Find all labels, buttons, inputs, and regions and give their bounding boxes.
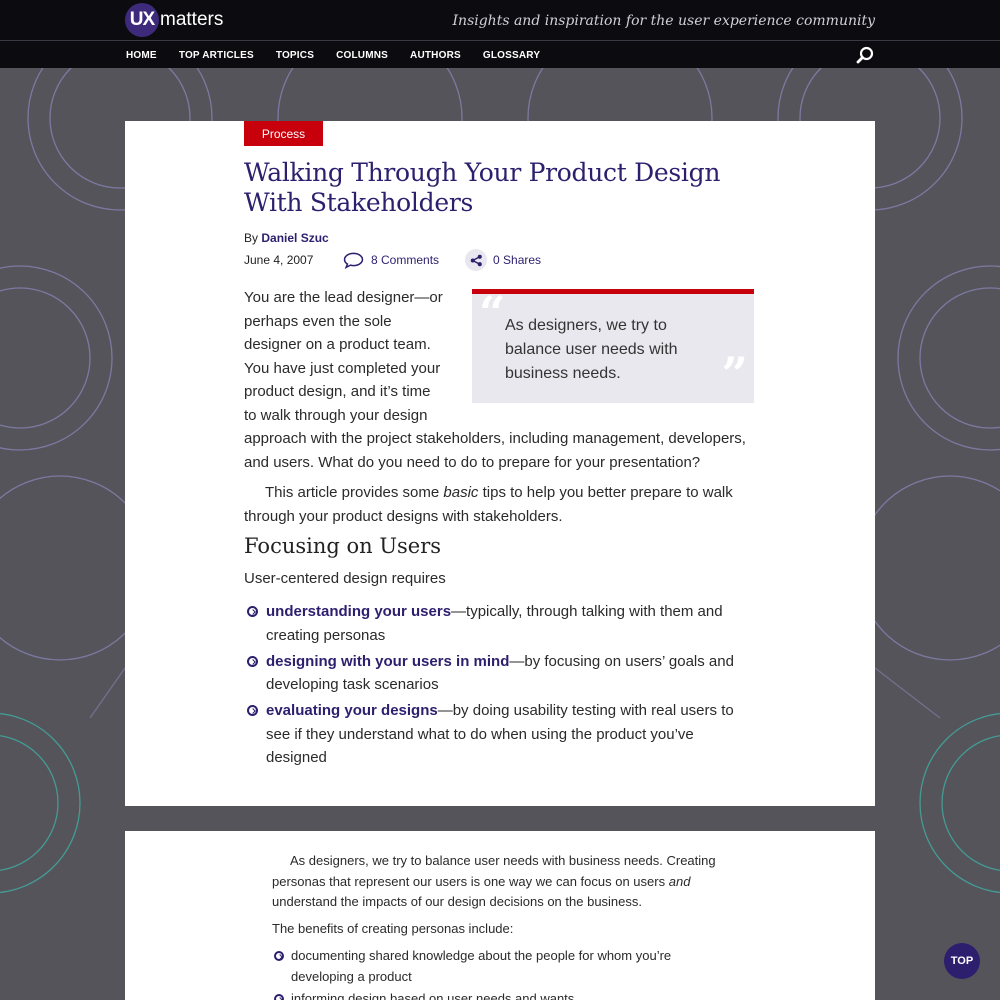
comments-count: 8 Comments: [371, 253, 440, 267]
shares-link[interactable]: 0 Shares: [465, 249, 541, 271]
list-item-link[interactable]: understanding your users: [266, 603, 451, 620]
comments-link[interactable]: 8 Comments: [343, 252, 439, 269]
list-item: informing design based on user needs and…: [272, 989, 732, 1000]
benefits-list: documenting shared knowledge about the p…: [272, 946, 732, 1000]
nav-item-home[interactable]: HOME: [126, 50, 157, 61]
shares-count: 0 Shares: [493, 253, 542, 267]
logo-badge: UX: [125, 3, 159, 37]
publish-date: June 4, 2007: [244, 253, 314, 267]
site-tagline: Insights and inspiration for the user ex…: [452, 13, 875, 29]
list-item-link[interactable]: evaluating your designs: [266, 702, 438, 719]
byline: By Daniel Szuc: [244, 231, 329, 245]
section-heading: Focusing on Users: [244, 534, 442, 558]
nav-item-top-articles[interactable]: TOP ARTICLES: [179, 50, 254, 61]
chevron-circle-icon: [247, 606, 258, 617]
pull-quote: “ As designers, we try to balance user n…: [472, 289, 754, 403]
chevron-circle-icon: [247, 655, 258, 667]
personas-after: understand the impacts of our design dec…: [272, 894, 643, 909]
continued-body: As designers, we try to balance user nee…: [272, 851, 732, 1000]
nav-item-authors[interactable]: AUTHORS: [410, 50, 461, 61]
nav-item-glossary[interactable]: GLOSSARY: [483, 50, 540, 61]
main-nav: HOME TOP ARTICLES TOPICS COLUMNS AUTHORS…: [0, 40, 1000, 68]
chevron-circle-icon: [274, 994, 284, 1000]
ucd-list: understanding your users—typically, thro…: [244, 600, 739, 772]
comment-icon: [343, 252, 364, 269]
byline-prefix: By: [244, 231, 259, 245]
list-item: understanding your users—typically, thro…: [244, 600, 739, 647]
nav-item-topics[interactable]: TOPICS: [276, 50, 314, 61]
personas-emphasis: and: [668, 873, 691, 889]
paragraph-personas: As designers, we try to balance user nee…: [272, 851, 732, 913]
list-item-link[interactable]: designing with your users in mind: [266, 653, 509, 670]
para2-before: This article provides some: [265, 484, 440, 501]
site-logo[interactable]: UX matters: [125, 3, 223, 37]
list-item-text: informing design based on user needs and…: [291, 991, 575, 1000]
share-icon: [465, 249, 488, 271]
article-body: “ As designers, we try to balance user n…: [244, 286, 754, 528]
list-item: evaluating your designs—by doing usabili…: [244, 699, 739, 770]
list-item: documenting shared knowledge about the p…: [272, 946, 732, 987]
open-quote-icon: “: [479, 286, 506, 340]
para2-emphasis: basic: [443, 484, 479, 501]
chevron-circle-icon: [247, 705, 258, 716]
back-to-top-button[interactable]: TOP: [944, 943, 980, 979]
nav-item-columns[interactable]: COLUMNS: [336, 50, 388, 61]
list-item-text: documenting shared knowledge about the p…: [291, 948, 672, 984]
close-quote-icon: ”: [721, 347, 748, 401]
article-meta: June 4, 2007 8 Comments 0 Shares: [244, 249, 541, 271]
author-link[interactable]: Daniel Szuc: [261, 231, 328, 245]
pull-quote-text: As designers, we try to balance user nee…: [505, 317, 678, 382]
article-title: Walking Through Your Product Design With…: [244, 158, 721, 217]
continued-card: As designers, we try to balance user nee…: [125, 831, 875, 1000]
category-tag[interactable]: Process: [244, 121, 323, 146]
chevron-circle-icon: [274, 951, 284, 961]
list-intro: User-centered design requires: [244, 570, 446, 587]
site-header: UX matters Insights and inspiration for …: [0, 0, 1000, 40]
benefits-intro: The benefits of creating personas includ…: [272, 920, 514, 936]
article-card: Process Walking Through Your Product Des…: [125, 121, 875, 806]
paragraph-basic-tips: This article provides some basic tips to…: [244, 481, 754, 528]
logo-wordmark: matters: [160, 9, 224, 30]
personas-before: As designers, we try to balance user nee…: [272, 853, 716, 889]
list-item: designing with your users in mind—by foc…: [244, 650, 739, 697]
search-icon[interactable]: [856, 46, 874, 64]
